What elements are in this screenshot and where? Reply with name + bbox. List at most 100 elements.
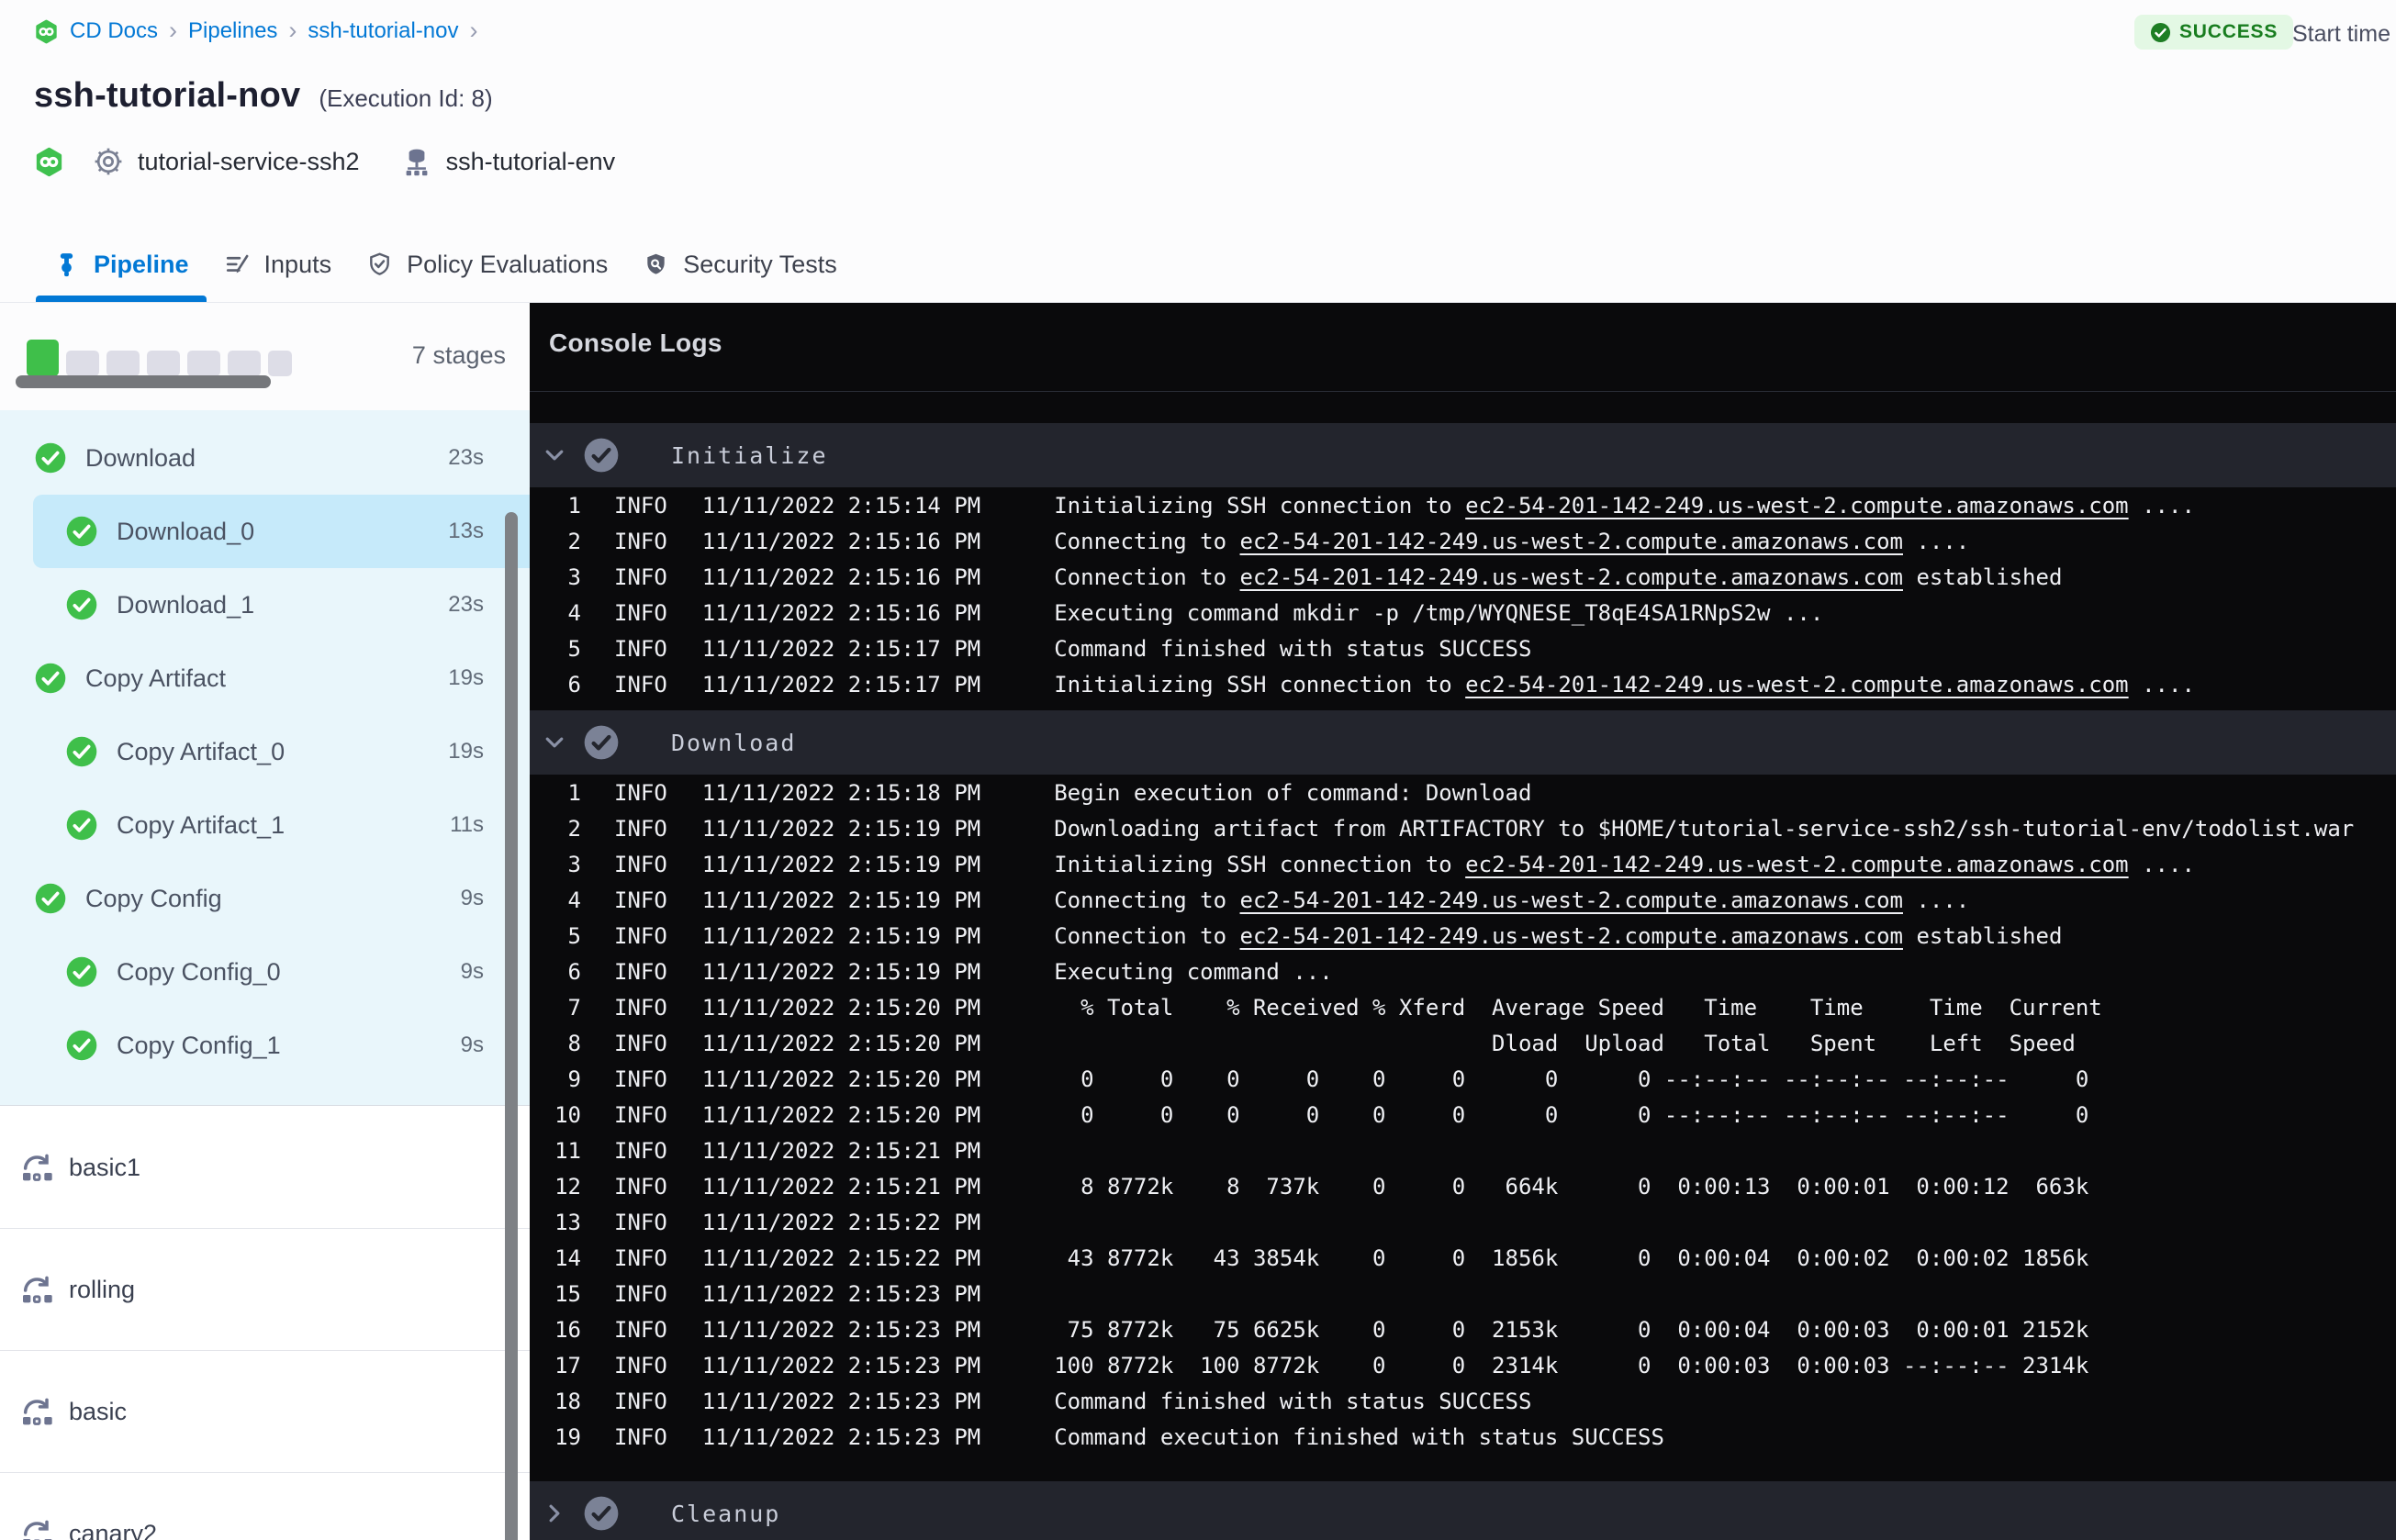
- log-host-link[interactable]: ec2-54-201-142-249.us-west-2.compute.ama…: [1240, 887, 1903, 913]
- service-chip[interactable]: tutorial-service-ssh2: [92, 145, 360, 178]
- tab-label: Security Tests: [683, 251, 837, 278]
- stage-row-copy-artifact-0[interactable]: Copy Artifact_0 19s: [0, 715, 530, 788]
- execution-row-basic1[interactable]: basic1: [0, 1107, 530, 1229]
- log-line: 12 INFO 11/11/2022 2:15:21 PM 8 8772k 8 73…: [530, 1168, 2396, 1204]
- execution-id: (Execution Id: 8): [319, 84, 493, 112]
- chevron-right-icon: ›: [288, 16, 297, 44]
- log-line-number: 19: [554, 1423, 581, 1450]
- log-level: INFO: [614, 564, 667, 590]
- log-host-link[interactable]: ec2-54-201-142-249.us-west-2.compute.ama…: [1465, 672, 2128, 697]
- execution-row-rolling[interactable]: rolling: [0, 1229, 530, 1351]
- stage-name: Copy Artifact_0: [117, 737, 286, 765]
- stage-count-label: 7 stages: [411, 341, 506, 369]
- stage-row-copy-config-0[interactable]: Copy Config_0 9s: [0, 935, 530, 1009]
- log-timestamp: 11/11/2022 2:15:19 PM: [701, 922, 981, 949]
- log-line-number: 6: [567, 958, 581, 985]
- log-line: 6 INFO 11/11/2022 2:15:17 PM Initializing S…: [530, 666, 2396, 702]
- log-line-number: 8: [567, 1030, 581, 1056]
- success-check-icon: [66, 589, 97, 620]
- log-line: 14 INFO 11/11/2022 2:15:22 PM 43 8772k 43 …: [530, 1240, 2396, 1276]
- log-level: INFO: [614, 958, 667, 985]
- breadcrumb-link-cd-docs[interactable]: CD Docs: [70, 18, 158, 44]
- log-message: 43 8772k 43 3854k 0 0 1856k 0 0:00:04 0:…: [1054, 1244, 2089, 1271]
- log-timestamp: 11/11/2022 2:15:22 PM: [701, 1244, 981, 1271]
- success-check-icon: [35, 883, 66, 914]
- log-message: Downloading artifact from ARTIFACTORY to…: [1054, 815, 2355, 842]
- log-line-number: 11: [554, 1137, 581, 1164]
- log-host-link[interactable]: ec2-54-201-142-249.us-west-2.compute.ama…: [1465, 852, 2128, 877]
- log-line-number: 5: [567, 635, 581, 662]
- log-host-link[interactable]: ec2-54-201-142-249.us-west-2.compute.ama…: [1240, 923, 1903, 949]
- log-host-link[interactable]: ec2-54-201-142-249.us-west-2.compute.ama…: [1240, 529, 1903, 554]
- sidebar-vertical-scrollbar[interactable]: [505, 512, 518, 1540]
- log-section-cleanup[interactable]: Cleanup: [530, 1481, 2396, 1540]
- inputs-icon: [224, 251, 251, 278]
- stage-row-copy-config[interactable]: Copy Config 9s: [0, 862, 530, 935]
- log-level: INFO: [614, 599, 667, 626]
- log-line: 9 INFO 11/11/2022 2:15:20 PM 0 0 0 0 0 0 0…: [530, 1061, 2396, 1097]
- log-line-number: 18: [554, 1388, 581, 1414]
- tab-pipeline[interactable]: Pipeline: [36, 228, 207, 302]
- stage-graph-horizontal-scrollbar[interactable]: [16, 375, 271, 388]
- log-level: INFO: [614, 1030, 667, 1056]
- stage-list: Download 23s Download_0 13s Download_1 23s Cop…: [0, 410, 530, 1106]
- chevron-right-icon[interactable]: [543, 1501, 566, 1525]
- log-line-number: 17: [554, 1352, 581, 1378]
- log-line: 11 INFO 11/11/2022 2:15:21 PM: [530, 1133, 2396, 1168]
- chevron-down-icon[interactable]: [543, 443, 566, 467]
- tab-security-tests[interactable]: Security Tests: [625, 228, 855, 302]
- execution-row-canary2[interactable]: canary2: [0, 1473, 530, 1540]
- log-timestamp: 11/11/2022 2:15:23 PM: [701, 1388, 981, 1414]
- log-line: 17 INFO 11/11/2022 2:15:23 PM 100 8772k 100…: [530, 1347, 2396, 1383]
- log-timestamp: 11/11/2022 2:15:20 PM: [701, 1101, 981, 1128]
- section-name: Cleanup: [671, 1500, 781, 1527]
- log-host-link[interactable]: ec2-54-201-142-249.us-west-2.compute.ama…: [1240, 564, 1903, 590]
- log-line: 4 INFO 11/11/2022 2:15:19 PM Connecting to …: [530, 882, 2396, 918]
- log-line-number: 13: [554, 1209, 581, 1235]
- log-line: 16 INFO 11/11/2022 2:15:23 PM 75 8772k 75 …: [530, 1311, 2396, 1347]
- execution-row-basic[interactable]: basic: [0, 1351, 530, 1473]
- log-line: 13 INFO 11/11/2022 2:15:22 PM: [530, 1204, 2396, 1240]
- security-icon: [643, 251, 669, 278]
- log-level: INFO: [614, 1066, 667, 1092]
- stage-row-download-0[interactable]: Download_0 13s: [33, 495, 530, 568]
- log-line: 3 INFO 11/11/2022 2:15:19 PM Initializing S…: [530, 846, 2396, 882]
- log-message: Command execution finished with status S…: [1054, 1423, 1664, 1450]
- breadcrumb-link-ssh-tutorial-nov[interactable]: ssh-tutorial-nov: [308, 18, 458, 44]
- environment-chip[interactable]: ssh-tutorial-env: [400, 145, 615, 178]
- log-line: 7 INFO 11/11/2022 2:15:20 PM % Total % Rec…: [530, 989, 2396, 1025]
- stage-row-copy-artifact-1[interactable]: Copy Artifact_1 11s: [0, 788, 530, 862]
- log-timestamp: 11/11/2022 2:15:20 PM: [701, 1030, 981, 1056]
- log-message: Executing command ...: [1054, 958, 1333, 985]
- stage-name: Copy Artifact: [85, 664, 227, 692]
- chevron-down-icon[interactable]: [543, 731, 566, 754]
- success-check-icon: [66, 736, 97, 767]
- stage-duration: 23s: [448, 445, 484, 470]
- log-host-link[interactable]: ec2-54-201-142-249.us-west-2.compute.ama…: [1465, 493, 2128, 519]
- success-check-icon: [2150, 22, 2171, 43]
- breadcrumb: CD Docs › Pipelines › ssh-tutorial-nov ›: [34, 16, 477, 44]
- stage-row-copy-config-1[interactable]: Copy Config_1 9s: [0, 1009, 530, 1082]
- section-success-icon: [583, 724, 620, 761]
- log-message: Connection to ec2-54-201-142-249.us-west…: [1054, 564, 2063, 590]
- log-line-number: 12: [554, 1173, 581, 1200]
- log-timestamp: 11/11/2022 2:15:19 PM: [701, 815, 981, 842]
- log-level: INFO: [614, 671, 667, 697]
- log-line-number: 4: [567, 599, 581, 626]
- tab-policy-evaluations[interactable]: Policy Evaluations: [349, 228, 625, 302]
- breadcrumb-link-pipelines[interactable]: Pipelines: [188, 18, 277, 44]
- stage-row-copy-artifact[interactable]: Copy Artifact 19s: [0, 642, 530, 715]
- log-line-number: 2: [567, 528, 581, 554]
- log-message: 0 0 0 0 0 0 0 0 --:--:-- --:--:-- --:--:…: [1054, 1101, 2089, 1128]
- stage-row-download[interactable]: Download 23s: [0, 421, 530, 495]
- log-section-initialize[interactable]: Initialize: [530, 423, 2396, 487]
- pipeline-icon: [53, 251, 80, 278]
- log-section-download[interactable]: Download: [530, 710, 2396, 775]
- tab-inputs[interactable]: Inputs: [207, 228, 350, 302]
- log-level: INFO: [614, 1423, 667, 1450]
- stage-row-download-1[interactable]: Download_1 23s: [0, 568, 530, 642]
- execution-list: basic1 rolling basic canary2: [0, 1107, 530, 1540]
- success-check-icon: [66, 809, 97, 841]
- execution-name: canary2: [69, 1519, 158, 1540]
- log-message: 8 8772k 8 737k 0 0 664k 0 0:00:13 0:00:0…: [1054, 1173, 2089, 1200]
